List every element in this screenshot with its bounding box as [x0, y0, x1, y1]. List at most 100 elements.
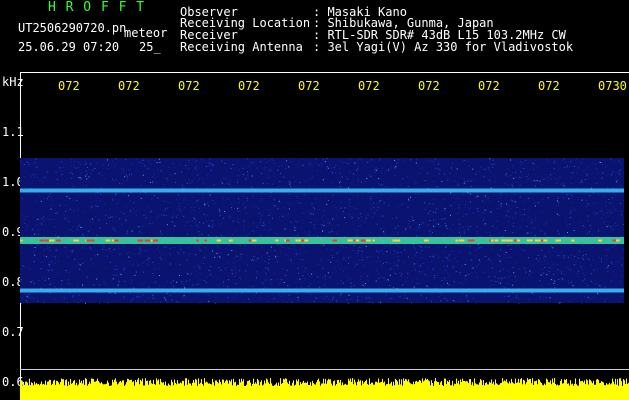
noise-speckle	[105, 268, 107, 270]
trace-column	[86, 379, 87, 400]
noise-speckle	[98, 173, 100, 175]
noise-speckle	[371, 159, 372, 161]
noise-speckle	[416, 278, 418, 279]
noise-speckle	[379, 159, 380, 161]
trace-column	[412, 384, 413, 400]
noise-speckle	[591, 233, 593, 235]
trace-column	[189, 383, 190, 400]
noise-speckle	[109, 216, 111, 218]
noise-speckle	[601, 261, 603, 263]
noise-speckle	[323, 225, 325, 226]
noise-speckle	[30, 244, 32, 246]
trace-column	[69, 385, 70, 400]
noise-speckle	[136, 272, 137, 273]
noise-speckle	[464, 264, 466, 265]
trace-column	[406, 379, 407, 400]
noise-speckle	[581, 199, 583, 201]
trace-column	[68, 381, 69, 400]
noise-speckle	[173, 230, 175, 231]
noise-speckle	[316, 186, 318, 188]
trace-column	[37, 384, 38, 400]
noise-speckle	[204, 203, 206, 205]
noise-speckle	[246, 264, 248, 266]
noise-speckle	[561, 183, 563, 185]
noise-speckle	[112, 278, 114, 280]
trace-column	[188, 379, 189, 400]
noise-speckle	[432, 268, 434, 270]
noise-speckle	[533, 293, 534, 295]
noise-speckle	[252, 222, 254, 224]
noise-speckle	[272, 217, 273, 219]
noise-speckle	[350, 158, 352, 160]
noise-speckle	[436, 186, 438, 188]
noise-speckle	[94, 245, 95, 247]
noise-speckle	[368, 256, 370, 258]
noise-speckle	[259, 212, 261, 214]
noise-speckle	[594, 163, 596, 165]
noise-speckle	[90, 248, 92, 250]
noise-speckle	[73, 210, 75, 212]
noise-speckle	[331, 272, 333, 274]
noise-speckle	[548, 177, 549, 179]
trace-column	[246, 384, 247, 400]
trace-column	[242, 381, 243, 400]
noise-speckle	[465, 278, 466, 280]
trace-column	[255, 382, 256, 400]
noise-speckle	[588, 231, 590, 233]
noise-speckle	[289, 182, 291, 184]
noise-speckle	[375, 280, 377, 282]
noise-speckle	[523, 214, 525, 216]
trace-column	[369, 378, 370, 400]
trace-column	[338, 379, 339, 400]
noise-speckle	[563, 197, 565, 199]
trace-column	[385, 385, 386, 400]
noise-speckle	[340, 294, 342, 296]
noise-speckle	[408, 198, 410, 200]
noise-speckle	[147, 262, 149, 264]
noise-speckle	[544, 260, 546, 261]
noise-speckle	[69, 292, 71, 294]
noise-speckle	[592, 259, 594, 261]
noise-speckle	[404, 295, 406, 297]
noise-speckle	[264, 260, 266, 262]
trace-column	[591, 381, 592, 400]
trace-column	[207, 382, 208, 400]
noise-speckle	[97, 254, 99, 256]
noise-speckle	[160, 170, 162, 172]
noise-speckle	[458, 207, 460, 209]
noise-speckle	[389, 268, 391, 270]
noise-speckle	[531, 222, 533, 224]
noise-speckle	[304, 278, 306, 280]
noise-speckle	[205, 294, 207, 295]
noise-speckle	[357, 296, 359, 298]
trace-column	[606, 383, 607, 400]
noise-speckle	[294, 228, 296, 230]
trace-column	[559, 385, 560, 400]
spectrogram-plot	[20, 158, 624, 304]
noise-speckle	[198, 293, 199, 295]
noise-speckle	[159, 251, 161, 253]
trace-column	[565, 379, 566, 400]
noise-speckle	[213, 184, 215, 186]
noise-speckle	[204, 204, 206, 206]
noise-speckle	[445, 246, 447, 248]
trace-column	[400, 384, 401, 400]
trace-column	[403, 378, 404, 400]
noise-speckle	[47, 195, 49, 197]
trace-column	[479, 382, 480, 400]
noise-speckle	[348, 263, 349, 264]
noise-speckle	[59, 167, 61, 169]
noise-speckle	[578, 250, 580, 252]
noise-speckle	[40, 268, 42, 270]
trace-column	[285, 378, 286, 400]
trace-column	[587, 380, 588, 400]
noise-speckle	[164, 246, 166, 248]
noise-speckle	[364, 221, 366, 223]
noise-speckle	[510, 199, 512, 201]
trace-column	[306, 382, 307, 400]
noise-speckle	[340, 201, 342, 203]
trace-column	[113, 382, 114, 400]
noise-speckle	[424, 208, 426, 210]
noise-speckle	[286, 269, 288, 271]
trace-column	[298, 379, 299, 400]
